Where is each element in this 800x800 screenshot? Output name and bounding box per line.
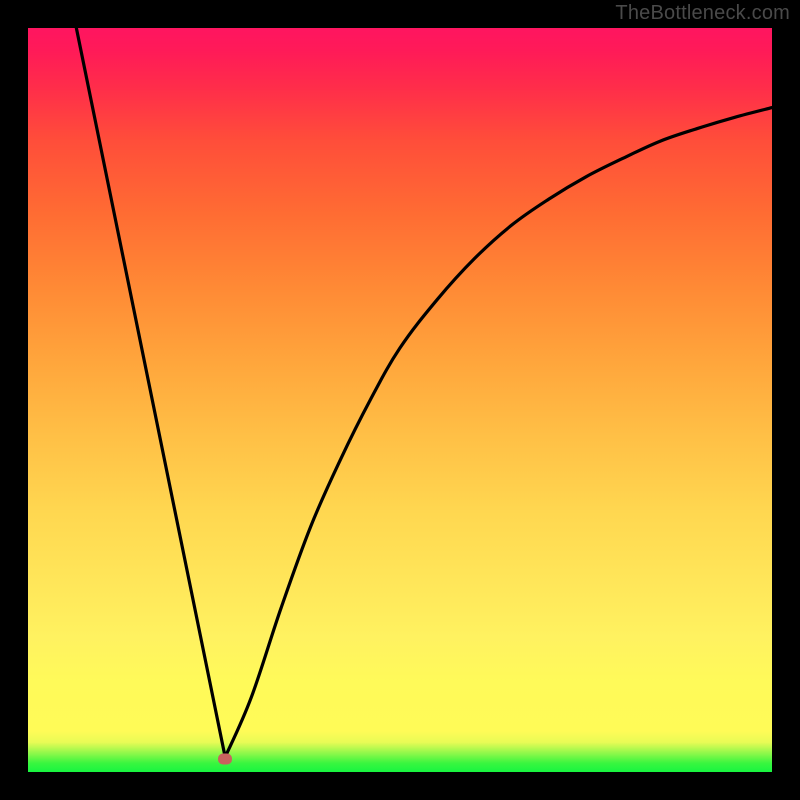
chart-curve-path [76, 28, 772, 757]
chart-curve-svg [28, 28, 772, 772]
chart-plot-area [28, 28, 772, 772]
watermark-text: TheBottleneck.com [615, 2, 790, 25]
chart-minimum-marker [218, 753, 232, 764]
